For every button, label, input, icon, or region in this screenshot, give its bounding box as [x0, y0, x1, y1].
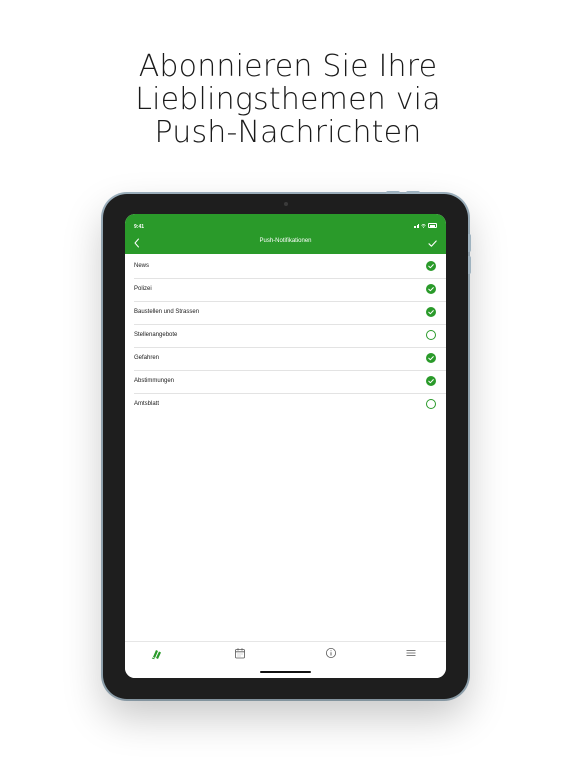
list-item[interactable]: Gefahren — [125, 347, 446, 370]
volume-up-button — [468, 234, 471, 252]
list-item[interactable]: Baustellen und Strassen — [125, 301, 446, 324]
tab-news[interactable] — [150, 646, 164, 660]
topic-label: Polizei — [134, 286, 152, 292]
topic-label: Amtsblatt — [134, 401, 160, 407]
promo-headline: Abonnieren Sie Ihre Lieblingsthemen via … — [0, 50, 576, 149]
topic-list: News Polizei Baustellen und Strassen Stelle… — [125, 255, 446, 416]
top-button-2 — [386, 191, 400, 194]
cellular-signal-icon — [413, 223, 419, 228]
front-camera — [284, 202, 288, 206]
info-icon — [326, 648, 336, 658]
tablet-device: 9:41 Push-Notifikationen News Polizei Ba… — [103, 191, 471, 699]
checkmark-icon — [428, 240, 437, 247]
home-indicator — [260, 671, 311, 673]
tab-calendar[interactable] — [233, 646, 247, 660]
list-item[interactable]: Amtsblatt — [125, 393, 446, 416]
app-screen: 9:41 Push-Notifikationen News Polizei Ba… — [125, 214, 446, 678]
screen-title: Push-Notifikationen — [259, 238, 312, 244]
list-item[interactable]: News — [125, 255, 446, 278]
top-button — [406, 191, 420, 194]
status-icons — [413, 223, 437, 228]
tab-menu[interactable] — [404, 646, 418, 660]
unchecked-circle-icon[interactable] — [426, 399, 436, 409]
headline-line-1: Abonnieren Sie Ihre — [138, 49, 438, 84]
topic-label: Baustellen und Strassen — [134, 309, 200, 315]
tab-bar — [125, 641, 446, 678]
topic-label: News — [134, 263, 150, 269]
list-item[interactable]: Stellenangebote — [125, 324, 446, 347]
menu-icon — [406, 650, 416, 656]
headline-line-3: Push-Nachrichten — [154, 115, 422, 150]
tab-info[interactable] — [324, 646, 338, 660]
news-icon — [151, 650, 161, 660]
checked-circle-icon[interactable] — [426, 307, 436, 317]
checked-circle-icon[interactable] — [426, 284, 436, 294]
topic-label: Stellenangebote — [134, 332, 178, 338]
list-item[interactable]: Polizei — [125, 278, 446, 301]
headline-line-2: Lieblingsthemen via — [135, 82, 441, 117]
topic-label: Abstimmungen — [134, 378, 175, 384]
unchecked-circle-icon[interactable] — [426, 330, 436, 340]
battery-icon — [428, 223, 437, 228]
app-header: 9:41 Push-Notifikationen — [125, 214, 446, 254]
checked-circle-icon[interactable] — [426, 353, 436, 363]
list-item[interactable]: Abstimmungen — [125, 370, 446, 393]
done-button[interactable] — [427, 236, 438, 247]
volume-down-button — [468, 256, 471, 274]
calendar-icon — [235, 648, 245, 659]
topic-label: Gefahren — [134, 355, 160, 361]
checked-circle-icon[interactable] — [426, 261, 436, 271]
checked-circle-icon[interactable] — [426, 376, 436, 386]
status-time: 9:41 — [134, 224, 145, 230]
wifi-icon — [421, 223, 426, 228]
